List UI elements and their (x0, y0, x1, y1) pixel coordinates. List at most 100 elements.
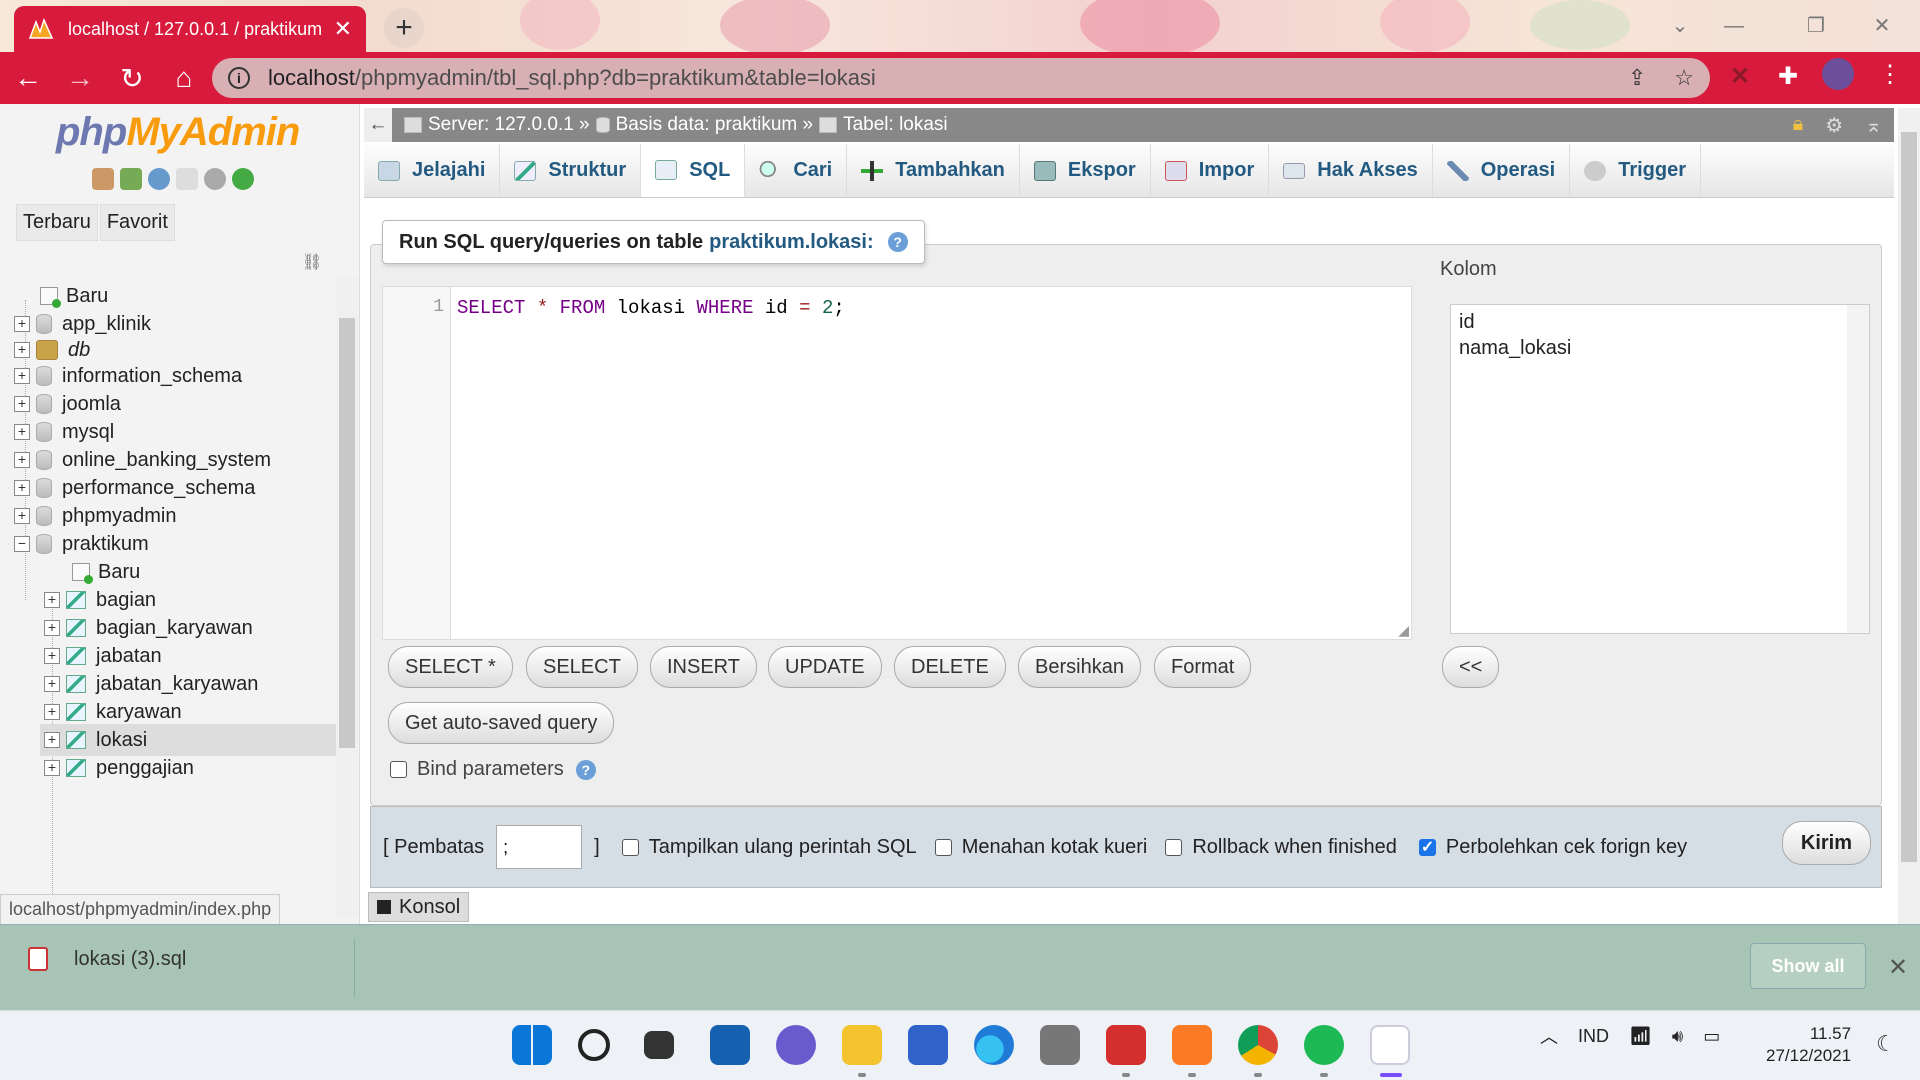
tab-favorite[interactable]: Favorit (99, 204, 175, 241)
search-icon[interactable] (578, 1029, 610, 1061)
task-view-icon[interactable] (644, 1031, 674, 1059)
option-foreign-key[interactable]: Perbolehkan cek forign key (1418, 836, 1687, 859)
tab-export[interactable]: Ekspor (1020, 144, 1151, 197)
notification-moon-icon[interactable]: ☾ (1876, 1031, 1896, 1057)
collapse-icon[interactable]: − (14, 536, 30, 552)
browser-tab[interactable]: localhost / 127.0.0.1 / praktikum ✕ (14, 6, 366, 52)
show-all-button[interactable]: Show all (1750, 943, 1866, 989)
column-option[interactable]: id (1459, 309, 1861, 335)
spotify-icon[interactable] (1304, 1025, 1344, 1065)
back-icon[interactable]: ← (4, 54, 52, 102)
scrollbar-thumb[interactable] (339, 318, 355, 748)
option-rollback[interactable]: Rollback when finished (1165, 836, 1397, 859)
expand-icon[interactable]: + (44, 760, 60, 776)
delimiter-input[interactable] (496, 825, 583, 869)
resize-handle-icon[interactable]: ◢ (1398, 622, 1409, 639)
chat-icon[interactable] (776, 1025, 816, 1065)
minimize-icon[interactable]: — (1714, 8, 1754, 44)
phpmyadmin-logo[interactable]: phpMyAdmin (56, 110, 300, 155)
docs-icon[interactable] (176, 168, 198, 190)
tab-recent[interactable]: Terbaru (16, 204, 98, 241)
clock[interactable]: 11.57 27/12/2021 (1766, 1023, 1851, 1067)
home-icon[interactable]: ⌂ (160, 54, 208, 102)
select-button[interactable]: SELECT (526, 646, 638, 688)
site-info-icon[interactable]: i (228, 67, 250, 89)
refresh-icon[interactable] (232, 168, 254, 190)
console-toggle[interactable]: Konsol (368, 892, 470, 922)
expand-icon[interactable]: + (44, 592, 60, 608)
edge-icon[interactable] (974, 1025, 1014, 1065)
restore-icon[interactable]: ❐ (1796, 8, 1836, 44)
expand-icon[interactable]: + (14, 396, 30, 412)
foreign-key-checkbox[interactable] (1418, 837, 1436, 857)
language-indicator[interactable]: IND (1578, 1026, 1609, 1047)
new-tab-button[interactable]: + (384, 8, 424, 48)
help-icon[interactable]: ? (887, 232, 908, 252)
tab-structure[interactable]: Struktur (500, 144, 642, 197)
sql-editor[interactable]: 1 SELECT * FROM lokasi WHERE id = 2; ◢ (382, 286, 1412, 640)
link-chain-icon[interactable]: ⛓ (302, 252, 322, 272)
expand-icon[interactable]: + (44, 620, 60, 636)
option-retain-box[interactable]: Menahan kotak kueri (934, 836, 1147, 859)
close-tab-icon[interactable]: ✕ (334, 16, 352, 42)
help-icon[interactable]: ? (575, 759, 596, 780)
columns-scrollbar[interactable] (1847, 305, 1869, 633)
expand-icon[interactable]: + (14, 424, 30, 440)
tab-insert[interactable]: Tambahkan (847, 144, 1020, 197)
delete-button[interactable]: DELETE (894, 646, 1006, 688)
home-icon[interactable] (92, 168, 114, 190)
breadcrumb-database[interactable]: Basis data: praktikum » (595, 114, 813, 136)
show-query-checkbox[interactable] (621, 838, 639, 856)
tab-triggers[interactable]: Trigger (1570, 144, 1701, 197)
file-explorer-icon[interactable] (842, 1025, 882, 1065)
tab-import[interactable]: Impor (1151, 144, 1270, 197)
clear-button[interactable]: Bersihkan (1018, 646, 1141, 688)
store-icon[interactable] (908, 1025, 948, 1065)
start-icon[interactable] (512, 1025, 552, 1065)
expand-icon[interactable]: + (14, 342, 30, 358)
address-bar[interactable]: i localhost /phpmyadmin/tbl_sql.php?db=p… (212, 58, 1710, 98)
nav-scrollbar[interactable] (336, 278, 358, 918)
format-button[interactable]: Format (1154, 646, 1252, 688)
update-button[interactable]: UPDATE (768, 646, 882, 688)
insert-column-button[interactable]: << (1442, 646, 1500, 688)
bookmark-star-icon[interactable]: ☆ (1674, 65, 1694, 91)
tab-operations[interactable]: Operasi (1433, 144, 1571, 197)
retain-box-checkbox[interactable] (934, 838, 952, 856)
submit-button[interactable]: Kirim (1781, 821, 1871, 865)
main-scrollbar[interactable] (1898, 108, 1920, 924)
wps-office-icon[interactable] (1106, 1025, 1146, 1065)
share-icon[interactable]: ⇪ (1628, 65, 1646, 91)
rollback-checkbox[interactable] (1165, 838, 1183, 856)
expand-icon[interactable]: + (14, 452, 30, 468)
xampp-icon[interactable] (1172, 1025, 1212, 1065)
expand-icon[interactable]: + (44, 676, 60, 692)
window-close-icon[interactable]: ✕ (1862, 8, 1902, 44)
chrome-icon[interactable] (1238, 1025, 1278, 1065)
option-show-query[interactable]: Tampilkan ulang perintah SQL (621, 836, 917, 859)
bind-parameters-checkbox[interactable] (390, 761, 407, 778)
logout-icon[interactable] (120, 168, 142, 190)
wifi-icon[interactable]: 📶︎ (1629, 1026, 1652, 1047)
expand-icon[interactable]: + (44, 704, 60, 720)
extension-x-icon[interactable]: ✕ (1730, 62, 1750, 91)
download-item[interactable]: lokasi (3).sql (28, 947, 186, 971)
chevron-up-icon[interactable]: ︿ (1540, 1023, 1558, 1049)
tab-search[interactable]: Cari (745, 144, 848, 197)
collapse-top-icon[interactable]: ⌅ (1865, 113, 1882, 138)
expand-icon[interactable]: + (44, 648, 60, 664)
expand-icon[interactable]: + (14, 480, 30, 496)
breadcrumb-table[interactable]: Tabel: lokasi (819, 114, 948, 136)
collapse-nav-arrow-icon[interactable]: ← (364, 108, 392, 142)
forward-icon[interactable]: → (56, 54, 104, 102)
lock-icon[interactable]: 🔒︎ (1793, 113, 1804, 138)
volume-icon[interactable]: 🔊︎ (1672, 1026, 1683, 1047)
snipping-tool-icon[interactable] (1370, 1025, 1410, 1065)
columns-list[interactable]: id nama_lokasi (1450, 304, 1870, 634)
widgets-icon[interactable] (710, 1025, 750, 1065)
get-autosaved-query-button[interactable]: Get auto-saved query (388, 702, 615, 744)
tab-browse[interactable]: Jelajahi (364, 144, 501, 197)
tab-privileges[interactable]: Hak Akses (1269, 144, 1433, 197)
insert-button[interactable]: INSERT (650, 646, 757, 688)
tab-sql[interactable]: SQL (641, 144, 746, 197)
